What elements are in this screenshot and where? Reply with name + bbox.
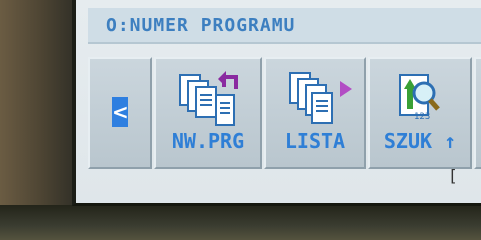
list-icon — [266, 67, 364, 131]
input-cursor: [ — [448, 166, 458, 185]
bezel-bottom-edge — [0, 205, 481, 240]
list-softkey[interactable]: LISTA — [264, 57, 366, 169]
new-program-icon — [156, 67, 260, 131]
search-softkey[interactable]: 123 SZUK ↑ — [368, 57, 472, 169]
bezel-left-edge — [0, 0, 78, 240]
list-label: LISTA — [284, 129, 346, 153]
title-bar: O:NUMER PROGRAMU — [88, 8, 481, 44]
new-program-label: NW.PRG — [171, 129, 245, 153]
search-icon: 123 — [370, 67, 470, 131]
search-label: SZUK ↑ — [383, 129, 457, 153]
back-softkey[interactable]: < — [88, 57, 152, 169]
next-softkey-partial[interactable]: S — [474, 57, 481, 169]
new-program-softkey[interactable]: NW.PRG — [154, 57, 262, 169]
cnc-screen: O:NUMER PROGRAMU < NW.PRG LISTA 123 SZUK… — [72, 0, 481, 206]
next-softkey-label: S — [476, 129, 481, 153]
svg-text:123: 123 — [414, 112, 430, 122]
back-arrow-icon: < — [112, 97, 129, 127]
screen-title: O:NUMER PROGRAMU — [106, 15, 296, 36]
